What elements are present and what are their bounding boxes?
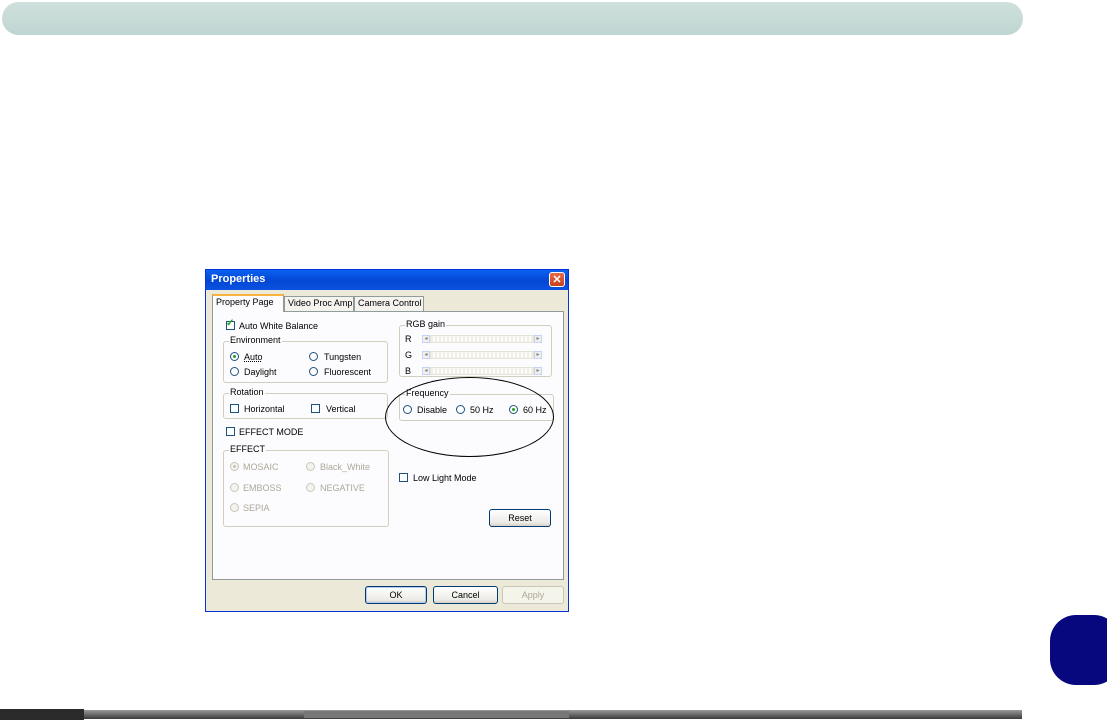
close-button[interactable]: ✕	[549, 272, 565, 287]
rotation-horizontal-checkbox[interactable]	[230, 404, 239, 413]
effect-legend: EFFECT	[229, 444, 266, 454]
low-light-mode-label: Low Light Mode	[413, 473, 477, 483]
dialog-titlebar[interactable]: Properties ✕	[206, 270, 568, 290]
tab-property-page[interactable]: Property Page	[212, 294, 284, 312]
auto-white-balance-label: Auto White Balance	[239, 321, 319, 331]
auto-white-balance-checkbox[interactable]	[226, 318, 235, 330]
cancel-button[interactable]: Cancel	[433, 586, 498, 604]
rotation-vertical-checkbox[interactable]	[311, 404, 320, 413]
rgb-b-label: B	[405, 366, 412, 376]
rotation-vertical-label: Vertical	[326, 404, 356, 414]
environment-daylight-label: Daylight	[244, 367, 277, 377]
frequency-highlight-ellipse	[385, 377, 554, 457]
environment-tungsten-radio[interactable]	[309, 352, 318, 361]
page-footer-rule	[0, 709, 1022, 720]
rgb-g-left-arrow-icon[interactable]: ◂	[422, 351, 430, 359]
rgb-b-slider[interactable]	[430, 367, 534, 375]
environment-fluorescent-radio[interactable]	[309, 367, 318, 376]
environment-fluorescent-label: Fluorescent	[324, 367, 372, 377]
effect-negative-radio[interactable]	[306, 483, 315, 492]
ok-button[interactable]: OK	[365, 586, 427, 604]
effect-mode-checkbox[interactable]	[226, 427, 235, 436]
rgb-b-right-arrow-icon[interactable]: ▸	[534, 367, 542, 375]
effect-negative-label: NEGATIVE	[320, 483, 365, 493]
effect-sepia-radio[interactable]	[230, 503, 239, 512]
rgb-g-right-arrow-icon[interactable]: ▸	[534, 351, 542, 359]
apply-button[interactable]: Apply	[502, 586, 564, 604]
effect-mosaic-label: MOSAIC	[243, 462, 279, 472]
close-icon: ✕	[552, 274, 562, 286]
rgb-r-left-arrow-icon[interactable]: ◂	[422, 335, 430, 343]
environment-daylight-radio[interactable]	[230, 367, 239, 376]
rgb-gain-legend: RGB gain	[405, 319, 447, 329]
rgb-r-label: R	[405, 334, 412, 344]
environment-tungsten-label: Tungsten	[324, 352, 362, 362]
rotation-horizontal-label: Horizontal	[244, 404, 285, 414]
page-header-bar	[2, 2, 1023, 35]
effect-black-white-label: Black_White	[320, 462, 371, 472]
dialog-title: Properties	[211, 273, 266, 285]
tab-camera-control[interactable]: Camera Control	[354, 296, 424, 311]
effect-emboss-radio[interactable]	[230, 483, 239, 492]
rgb-b-left-arrow-icon[interactable]: ◂	[422, 367, 430, 375]
reset-button[interactable]: Reset	[489, 509, 551, 527]
effect-emboss-label: EMBOSS	[243, 483, 282, 493]
rgb-r-slider[interactable]	[430, 335, 534, 343]
rotation-legend: Rotation	[229, 387, 265, 397]
environment-auto-radio[interactable]	[230, 352, 239, 361]
chapter-tab-marker	[1050, 615, 1107, 685]
tab-video-proc-amp[interactable]: Video Proc Amp	[284, 296, 354, 311]
effect-mode-label: EFFECT MODE	[239, 427, 304, 437]
rgb-g-slider[interactable]	[430, 351, 534, 359]
rgb-r-right-arrow-icon[interactable]: ▸	[534, 335, 542, 343]
effect-black-white-radio[interactable]	[306, 462, 315, 471]
environment-legend: Environment	[229, 335, 282, 345]
effect-mosaic-radio[interactable]	[230, 462, 239, 471]
effect-sepia-label: SEPIA	[243, 503, 270, 513]
environment-auto-label: Auto	[244, 352, 263, 362]
low-light-mode-checkbox[interactable]	[399, 473, 408, 482]
rgb-g-label: G	[405, 350, 413, 360]
